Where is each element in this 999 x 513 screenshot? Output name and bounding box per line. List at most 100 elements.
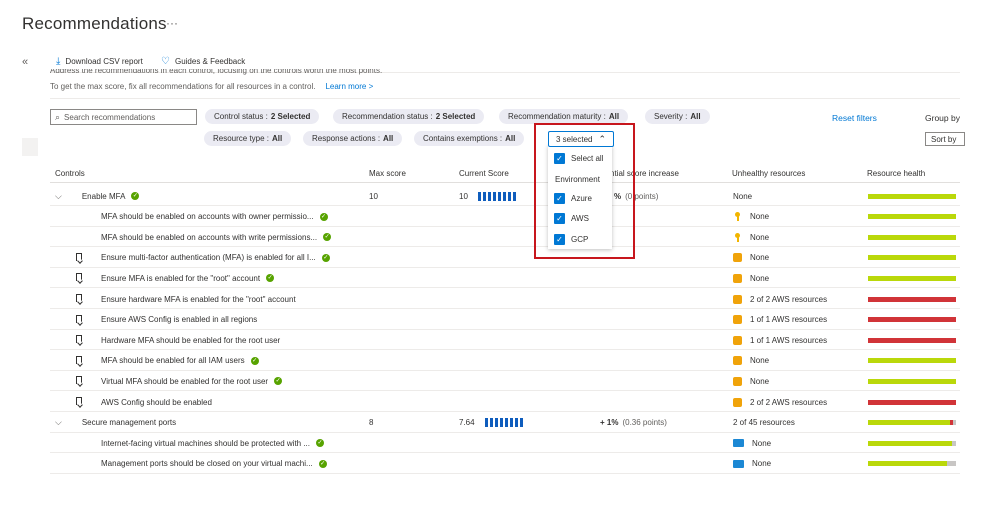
notes-divider bbox=[50, 98, 960, 99]
filter-contains-exemptions[interactable]: Contains exemptions : All bbox=[414, 131, 525, 146]
recommendation-name-cell: MFA should be enabled for all IAM users ✓ bbox=[76, 351, 259, 371]
potential-increase-cell: + 1% (0.36 points) bbox=[600, 413, 667, 433]
filter-value: All bbox=[505, 134, 516, 143]
chevron-down-icon[interactable]: ⌵ bbox=[55, 417, 62, 428]
control-group-row[interactable]: ⌵ Enable MFA ✓ 10 10% (0 points) None bbox=[50, 186, 960, 206]
resource-health-bar bbox=[868, 214, 956, 220]
recommendation-row[interactable]: Internet-facing virtual machines should … bbox=[50, 433, 960, 454]
recommendation-name-cell: Ensure MFA is enabled for the "root" acc… bbox=[76, 268, 275, 288]
recommendation-name: Virtual MFA should be enabled for the ro… bbox=[101, 376, 269, 386]
filter-resource-type[interactable]: Resource type : All bbox=[204, 131, 292, 146]
filter-recommendation-status[interactable]: Recommendation status :2 Selected bbox=[333, 109, 485, 124]
reset-filters-link[interactable]: Reset filters bbox=[832, 113, 877, 123]
check-icon: ✓ bbox=[274, 377, 283, 386]
unhealthy-resources: None bbox=[750, 253, 770, 263]
score-segment bbox=[494, 418, 498, 428]
filter-control-status[interactable]: Control status :2 Selected bbox=[205, 109, 320, 124]
score-segment bbox=[512, 191, 516, 201]
score-segment bbox=[514, 418, 518, 428]
bookmark-icon[interactable] bbox=[76, 335, 82, 344]
aws-resource-icon bbox=[733, 335, 742, 345]
resource-health-bar bbox=[868, 255, 956, 261]
unhealthy-resources: 1 of 1 AWS resources bbox=[750, 335, 828, 345]
score-segment bbox=[502, 191, 506, 201]
bookmark-icon[interactable] bbox=[76, 397, 82, 405]
score-segment bbox=[492, 191, 496, 201]
recommendation-name: Ensure AWS Config is enabled in all regi… bbox=[101, 315, 258, 325]
health-segment-red bbox=[868, 296, 956, 302]
sort-by-dropdown[interactable]: Sort by bbox=[925, 132, 965, 146]
check-icon: ✓ bbox=[250, 356, 259, 365]
recommendation-row[interactable]: AWS Config should be enabled 2 of 2 AWS r… bbox=[50, 392, 960, 412]
filter-label: Recommendation maturity : bbox=[508, 112, 606, 121]
filter-response-actions[interactable]: Response actions : All bbox=[303, 131, 403, 146]
recommendation-row[interactable]: MFA should be enabled on accounts with o… bbox=[50, 207, 960, 227]
aws-resource-icon bbox=[733, 294, 742, 304]
control-name-cell: ⌵ Secure management ports bbox=[55, 413, 176, 433]
current-score: 10 bbox=[459, 191, 468, 201]
bookmark-icon[interactable] bbox=[76, 294, 82, 302]
score-segment bbox=[497, 191, 501, 201]
search-placeholder: Search recommendations bbox=[64, 112, 156, 122]
download-csv-button[interactable]: ⤓ Download CSV report bbox=[56, 56, 143, 67]
unhealthy-resources: None bbox=[750, 232, 770, 242]
control-name: Enable MFA bbox=[81, 191, 126, 201]
key-icon bbox=[733, 212, 742, 222]
recommendation-row[interactable]: Virtual MFA should be enabled for the ro… bbox=[50, 371, 960, 392]
filter-severity[interactable]: Severity : All bbox=[645, 109, 710, 124]
increase-percent: + 1% bbox=[600, 418, 619, 428]
score-segment bbox=[504, 418, 508, 428]
column-header-max-score[interactable]: Max score bbox=[369, 169, 406, 178]
score-segment bbox=[477, 191, 481, 201]
recommendation-name-cell: Virtual MFA should be enabled for the ro… bbox=[76, 371, 283, 391]
column-header-controls[interactable]: Controls bbox=[55, 169, 85, 178]
bookmark-icon[interactable] bbox=[76, 273, 82, 282]
check-icon: ✓ bbox=[321, 253, 330, 262]
collapse-sidebar-button[interactable]: « bbox=[22, 56, 28, 68]
aws-resource-icon bbox=[733, 356, 742, 366]
health-segment-green bbox=[868, 275, 956, 281]
recommendation-row[interactable]: Management ports should be closed on you… bbox=[50, 454, 960, 474]
more-options-button[interactable]: ··· bbox=[166, 16, 178, 30]
column-header-unhealthy[interactable]: Unhealthy resources bbox=[732, 169, 805, 178]
bookmark-icon[interactable] bbox=[76, 314, 82, 323]
recommendation-row[interactable]: Ensure multi-factor authentication (MFA)… bbox=[50, 248, 960, 268]
recommendation-row[interactable]: Ensure MFA is enabled for the "root" acc… bbox=[50, 268, 960, 289]
recommendation-row[interactable]: MFA should be enabled for all IAM users ✓… bbox=[50, 351, 960, 371]
filter-value: 2 Selected bbox=[270, 112, 311, 121]
column-header-current-score[interactable]: Current Score bbox=[459, 169, 509, 178]
recommendation-row[interactable]: Hardware MFA should be enabled for the r… bbox=[50, 330, 960, 351]
recommendation-name-cell: MFA should be enabled on accounts with o… bbox=[76, 207, 328, 227]
aws-resource-icon bbox=[733, 397, 742, 407]
health-segment-red bbox=[868, 399, 956, 405]
control-name-cell: ⌵ Enable MFA ✓ bbox=[55, 186, 140, 206]
virtual-machine-icon bbox=[733, 459, 744, 468]
resource-health-bar bbox=[868, 440, 956, 446]
control-group-row[interactable]: ⌵ Secure management ports 8 7.64 + 1% (0.36 p… bbox=[50, 413, 960, 433]
score-segment bbox=[482, 191, 486, 201]
bookmark-icon[interactable] bbox=[76, 252, 82, 261]
score-segment bbox=[519, 418, 523, 428]
learn-more-link[interactable]: Learn more > bbox=[325, 82, 373, 91]
bookmark-icon[interactable] bbox=[76, 376, 82, 385]
resource-health-cell bbox=[868, 268, 956, 288]
recommendation-name: MFA should be enabled on accounts with w… bbox=[101, 232, 318, 242]
resource-health-cell bbox=[868, 207, 956, 227]
side-panel-block bbox=[22, 138, 38, 156]
score-bar bbox=[477, 191, 516, 201]
filter-recommendation-maturity[interactable]: Recommendation maturity : All bbox=[499, 109, 629, 124]
recommendation-row[interactable]: MFA should be enabled on accounts with w… bbox=[50, 227, 960, 248]
resource-health-cell bbox=[868, 186, 956, 206]
bookmark-icon[interactable] bbox=[76, 355, 82, 364]
unhealthy-resources: None bbox=[752, 438, 772, 448]
resource-health-bar bbox=[868, 378, 956, 384]
score-segment bbox=[499, 418, 503, 428]
recommendation-row[interactable]: Ensure hardware MFA is enabled for the "… bbox=[50, 289, 960, 309]
recommendation-row[interactable]: Ensure AWS Config is enabled in all regi… bbox=[50, 310, 960, 330]
health-segment-red bbox=[868, 317, 956, 323]
search-input[interactable]: ⌕ Search recommendations bbox=[50, 109, 197, 125]
score-segment bbox=[484, 418, 488, 428]
column-header-health[interactable]: Resource health bbox=[867, 169, 925, 178]
chevron-down-icon[interactable]: ⌵ bbox=[55, 191, 62, 202]
guides-feedback-button[interactable]: ♡ Guides & Feedback bbox=[161, 56, 245, 67]
